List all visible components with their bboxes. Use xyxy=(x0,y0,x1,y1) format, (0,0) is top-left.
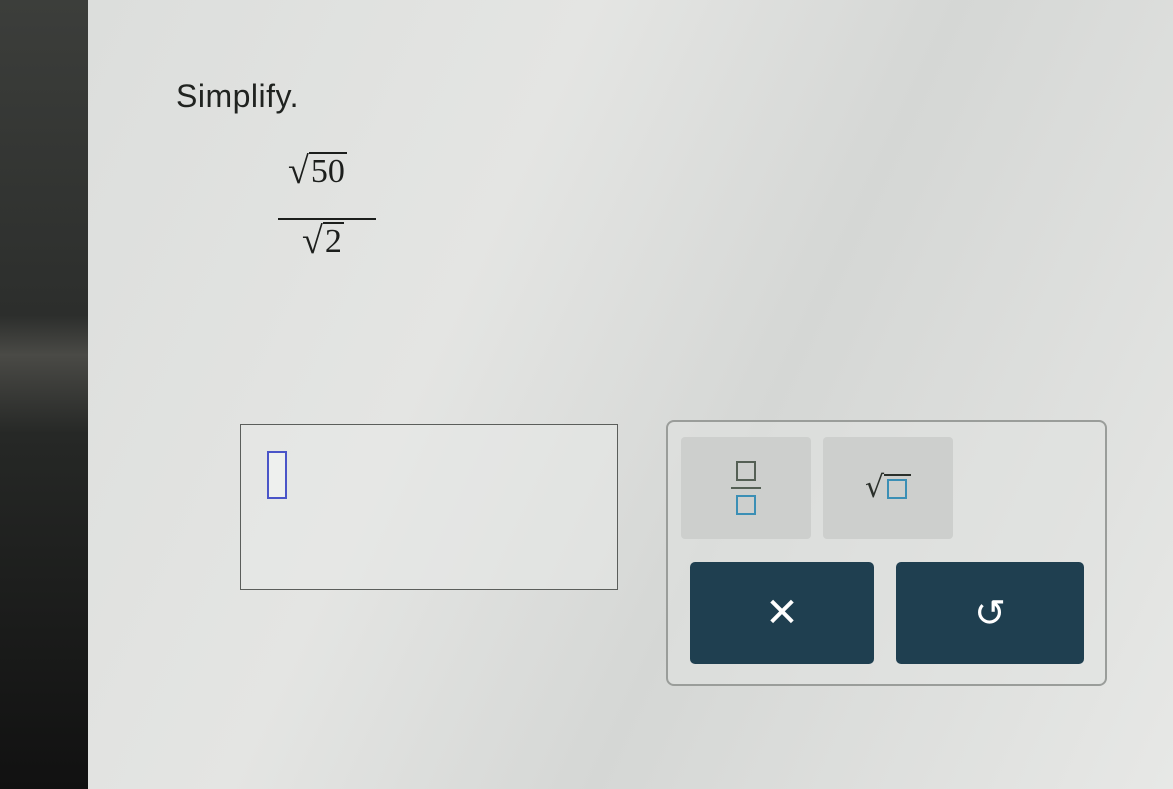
square-root-button[interactable]: √ xyxy=(823,437,953,539)
input-cursor-placeholder[interactable] xyxy=(267,451,287,499)
monitor-bezel xyxy=(0,0,95,789)
radical-sign: √ xyxy=(302,220,323,262)
denominator-radicand: 2 xyxy=(322,222,344,261)
numerator-radicand: 50 xyxy=(308,152,347,191)
screen: Simplify. √ 50 √ 2 √ ✕ ↺ xyxy=(88,0,1173,789)
radical-sign: √ xyxy=(288,150,309,192)
question-prompt: Simplify. xyxy=(176,78,300,114)
undo-icon: ↺ xyxy=(974,591,1006,635)
clear-button[interactable]: ✕ xyxy=(690,562,874,664)
close-icon: ✕ xyxy=(765,590,799,636)
fraction-button[interactable] xyxy=(681,437,811,539)
square-root-template-icon: √ xyxy=(865,473,912,503)
fraction-bar xyxy=(278,218,376,220)
answer-input[interactable] xyxy=(240,424,618,590)
undo-button[interactable]: ↺ xyxy=(896,562,1084,664)
denominator: √ 2 xyxy=(302,222,344,260)
numerator: √ 50 xyxy=(288,152,347,190)
math-expression: √ 50 √ 2 xyxy=(278,150,388,290)
math-keypad: √ ✕ ↺ xyxy=(666,420,1107,686)
fraction-template-icon xyxy=(731,461,761,515)
